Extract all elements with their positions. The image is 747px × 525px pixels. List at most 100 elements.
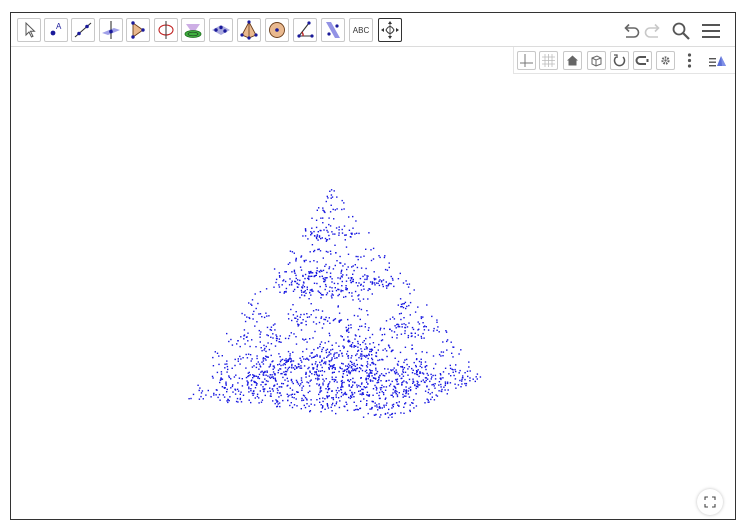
fractal-point <box>377 349 379 351</box>
fractal-point <box>351 386 353 388</box>
fractal-point <box>401 366 404 368</box>
tool-pyramid-button[interactable] <box>237 18 261 42</box>
fractal-point <box>398 326 401 328</box>
fractal-point <box>408 366 410 368</box>
fractal-point <box>326 229 328 232</box>
view-cube-button[interactable] <box>587 51 606 70</box>
fractal-point <box>198 398 201 400</box>
projection-button[interactable] <box>633 51 652 70</box>
fractal-point <box>430 378 432 380</box>
fractal-point <box>351 295 353 297</box>
fractal-point <box>340 395 342 398</box>
tool-polygon-button[interactable] <box>126 18 150 42</box>
fractal-point <box>281 382 283 385</box>
fractal-point <box>291 389 294 391</box>
fractal-point <box>388 262 390 264</box>
fractal-point <box>405 386 407 388</box>
fractal-point <box>260 347 262 349</box>
tool-rotate-view-button[interactable] <box>378 18 402 42</box>
fractal-point <box>331 231 333 233</box>
toggle-style-bar-button[interactable] <box>708 51 727 70</box>
fractal-point <box>302 385 305 387</box>
fractal-point <box>270 354 272 357</box>
fractal-point <box>280 341 282 343</box>
fractal-point <box>338 406 341 409</box>
fractal-point <box>357 340 359 343</box>
fractal-point <box>226 388 228 391</box>
fractal-point <box>377 282 379 284</box>
settings-button[interactable] <box>656 51 675 70</box>
fractal-point <box>430 398 432 401</box>
fractal-point <box>228 375 230 377</box>
fractal-point <box>358 307 361 310</box>
tool-intersect-surfaces-button[interactable] <box>181 18 205 42</box>
fractal-point <box>462 375 464 377</box>
rotate-animation-button[interactable] <box>610 51 629 70</box>
fractal-point <box>352 381 354 383</box>
fractal-point <box>455 370 457 373</box>
tool-angle-button[interactable] <box>293 18 317 42</box>
fractal-point <box>376 404 378 406</box>
grid-toggle-button[interactable] <box>539 51 558 70</box>
fractal-point <box>277 364 279 366</box>
tool-plane-button[interactable] <box>209 18 233 42</box>
fractal-point <box>433 367 435 370</box>
fractal-point <box>272 371 275 373</box>
fullscreen-button[interactable] <box>697 489 723 515</box>
fractal-point <box>341 232 344 234</box>
tool-text-button[interactable]: ABC <box>349 18 373 42</box>
fractal-point <box>259 365 261 367</box>
redo-button[interactable] <box>642 20 664 42</box>
fractal-point <box>446 349 448 351</box>
fractal-point <box>424 377 427 379</box>
undo-button[interactable] <box>620 20 642 42</box>
fractal-point <box>299 357 301 359</box>
fractal-point <box>426 385 428 387</box>
fractal-point <box>379 397 381 400</box>
more-options-button[interactable] <box>680 51 699 70</box>
search-button[interactable] <box>670 20 692 42</box>
fractal-point <box>278 396 280 398</box>
home-view-button[interactable] <box>563 51 582 70</box>
fractal-point <box>334 209 336 211</box>
fractal-point <box>330 349 332 351</box>
tool-reflect-plane-button[interactable] <box>321 18 345 42</box>
fractal-point <box>302 394 305 396</box>
graphics-3d-view[interactable] <box>11 47 735 519</box>
fractal-point <box>367 378 369 380</box>
fractal-point <box>422 372 424 374</box>
tool-circle-axis-button[interactable] <box>154 18 178 42</box>
fractal-point <box>316 399 318 401</box>
fractal-point <box>404 402 407 404</box>
fractal-point <box>424 402 426 404</box>
fractal-point <box>352 227 354 229</box>
fractal-point <box>280 364 282 367</box>
fractal-point <box>353 401 355 403</box>
fractal-point <box>420 317 423 320</box>
axes-toggle-button[interactable] <box>517 51 536 70</box>
tool-point-button[interactable]: A <box>44 18 68 42</box>
fractal-point <box>310 231 312 233</box>
axes-icon <box>520 54 533 67</box>
fractal-point <box>396 334 398 336</box>
fractal-point <box>331 358 333 361</box>
fractal-point <box>320 297 322 299</box>
fractal-point <box>391 404 394 406</box>
tool-perpendicular-button[interactable] <box>99 18 123 42</box>
main-menu-button[interactable] <box>700 20 722 42</box>
tool-line-button[interactable] <box>71 18 95 42</box>
fractal-point <box>260 384 262 386</box>
fractal-point <box>422 316 424 318</box>
tool-move-button[interactable] <box>17 18 41 42</box>
fractal-point <box>432 383 435 386</box>
fractal-point <box>359 277 362 280</box>
fractal-point <box>418 375 420 378</box>
fractal-point <box>288 284 291 286</box>
fractal-point <box>227 401 229 404</box>
geogebra-3d-app: A ABC <box>10 12 736 520</box>
tool-sphere-button[interactable] <box>265 18 289 42</box>
fractal-point <box>218 393 221 396</box>
fractal-point <box>359 300 361 302</box>
fractal-point <box>322 347 325 349</box>
fractal-point <box>345 280 348 282</box>
